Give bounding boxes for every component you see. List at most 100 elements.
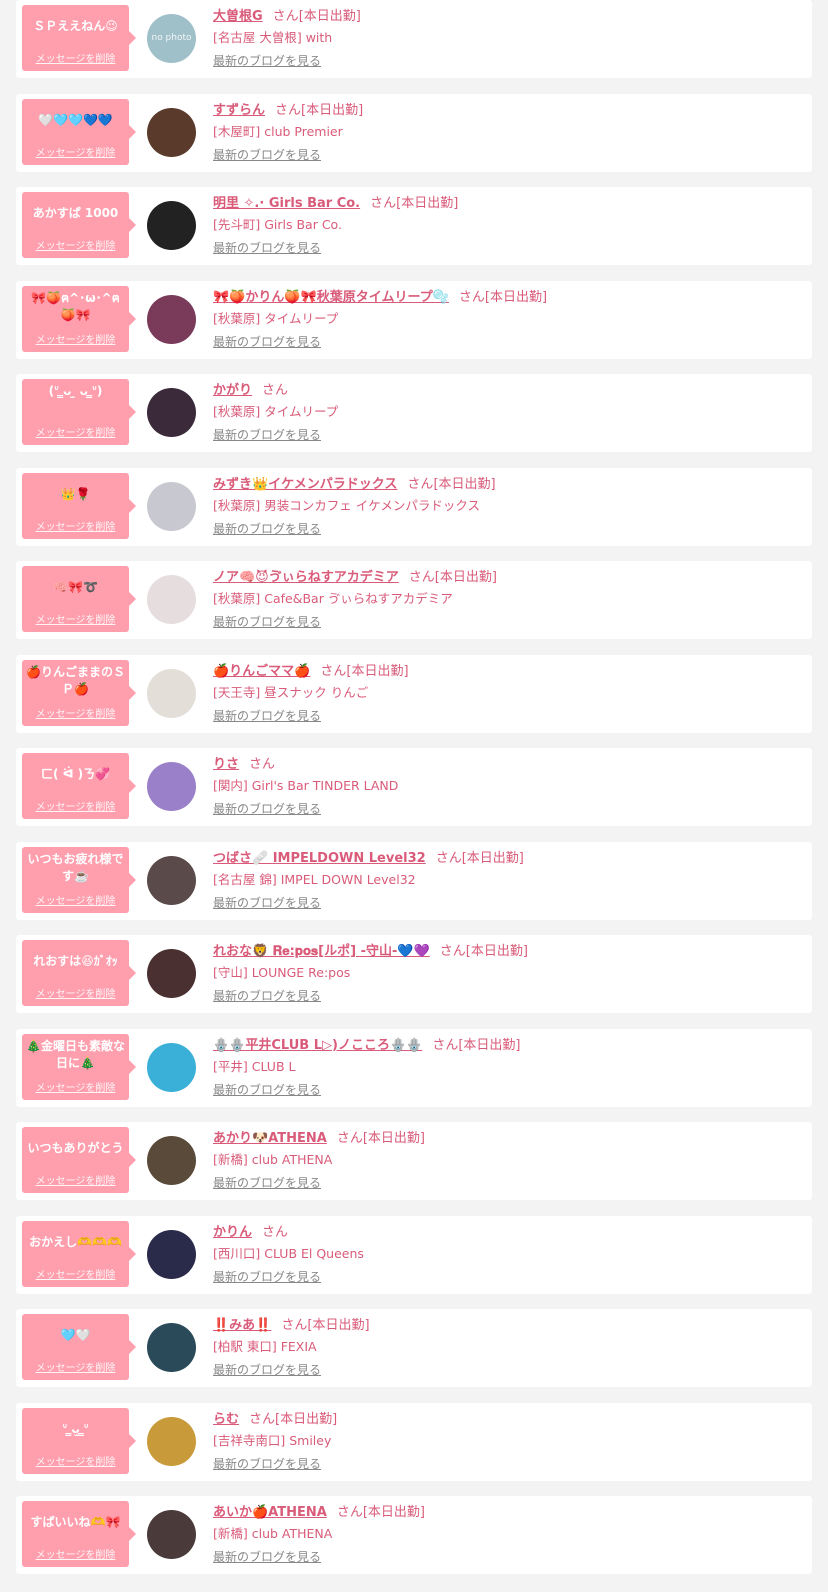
avatar[interactable]: no photo: [147, 14, 196, 63]
latest-blog-link[interactable]: 最新のブログを見る: [213, 239, 321, 256]
latest-blog-link[interactable]: 最新のブログを見る: [213, 1268, 321, 1285]
avatar[interactable]: [147, 949, 196, 998]
delete-message-link[interactable]: メッセージを削除: [22, 237, 129, 252]
cast-name-link[interactable]: つばさ🩹 IMPELDOWN Level32: [213, 851, 426, 866]
message-card: 🤍🩵🩵💙💙 メッセージを削除 すずらん さん[本日出勤] [木屋町] club P…: [16, 93, 812, 172]
avatar[interactable]: [147, 575, 196, 624]
message-bubble: いつもお疲れ様です☕️ メッセージを削除: [22, 846, 136, 913]
avatar-placeholder-text: no photo: [151, 33, 192, 43]
cast-info: りさ さん [関内] Girl's Bar TINDER LAND 最新のブログを…: [213, 754, 803, 824]
avatar[interactable]: [147, 1416, 196, 1466]
honorific: さん: [407, 476, 434, 492]
delete-message-link[interactable]: メッセージを削除: [22, 611, 129, 626]
delete-message-link[interactable]: メッセージを削除: [22, 331, 129, 346]
cast-info: らむ さん[本日出勤] [吉祥寺南口] Smiley 最新のブログを見る: [213, 1409, 803, 1479]
delete-message-link[interactable]: メッセージを削除: [22, 144, 129, 159]
avatar[interactable]: [147, 107, 196, 157]
cast-name-link[interactable]: かがり: [213, 383, 252, 398]
latest-blog-link[interactable]: 最新のブログを見る: [213, 707, 321, 724]
message-card: 👑🌹 メッセージを削除 みずき👑イケメンパラドックス さん[本日出勤] [秋葉原]…: [16, 467, 812, 546]
latest-blog-link[interactable]: 最新のブログを見る: [213, 987, 321, 1004]
delete-message-link[interactable]: メッセージを削除: [22, 424, 129, 439]
cast-name-link[interactable]: 🪬🪬平井CLUB L▷)ノこころ🪬🪬: [213, 1038, 422, 1053]
latest-blog-link[interactable]: 最新のブログを見る: [213, 1081, 321, 1098]
delete-message-link[interactable]: メッセージを削除: [22, 50, 129, 65]
honorific: さん: [262, 383, 289, 398]
honorific: さん: [435, 850, 462, 866]
delete-message-link[interactable]: メッセージを削除: [22, 1359, 129, 1374]
avatar[interactable]: [147, 388, 196, 437]
avatar[interactable]: [147, 1510, 196, 1559]
delete-message-link[interactable]: メッセージを削除: [22, 1079, 129, 1094]
message-card: おかえし🫶🫶🫶 メッセージを削除 かりん さん [西川口] CLUB El Que…: [16, 1215, 812, 1294]
cast-name-link[interactable]: あいか🍎ATHENA: [213, 1505, 327, 1520]
delete-message-link[interactable]: メッセージを削除: [22, 1266, 129, 1281]
delete-message-link[interactable]: メッセージを削除: [22, 705, 129, 720]
cast-name-link[interactable]: 🍎りんごママ🍎: [213, 664, 310, 679]
latest-blog-link[interactable]: 最新のブログを見る: [213, 333, 321, 350]
cast-info: つばさ🩹 IMPELDOWN Level32 さん[本日出勤] [名古屋 錦] I…: [213, 848, 803, 918]
cast-name-link[interactable]: みずき👑イケメンパラドックス: [213, 477, 397, 492]
cast-name-link[interactable]: ‼️みあ‼️: [213, 1318, 271, 1333]
latest-blog-link[interactable]: 最新のブログを見る: [213, 800, 321, 817]
delete-message-link[interactable]: メッセージを削除: [22, 518, 129, 533]
cast-name-link[interactable]: 明里 ✧.· Girls Bar Co.: [213, 196, 360, 211]
message-bubble: いつもありがとう🥰 メッセージを削除: [22, 1127, 136, 1193]
message-card: 🎄金曜日も素敵な日に🎄 メッセージを削除 🪬🪬平井CLUB L▷)ノこころ🪬🪬 さ…: [16, 1028, 812, 1107]
cast-name-link[interactable]: 🎀🍑かりん🍑🎀秋葉原タイムリープ🫧: [213, 290, 449, 305]
cast-name-link[interactable]: ノア🧠😈ゔぃらねすアカデミア: [213, 570, 399, 585]
delete-message-link[interactable]: メッセージを削除: [22, 1453, 129, 1468]
avatar[interactable]: [147, 1323, 196, 1372]
delete-message-link[interactable]: メッセージを削除: [22, 798, 129, 813]
latest-blog-link[interactable]: 最新のブログを見る: [213, 146, 321, 163]
shop-name: [柏駅 東口] FEXIA: [213, 1339, 317, 1354]
avatar[interactable]: [147, 201, 196, 250]
latest-blog-link[interactable]: 最新のブログを見る: [213, 894, 321, 911]
latest-blog-link[interactable]: 最新のブログを見る: [213, 426, 321, 443]
message-bubble: 🩵🤍 メッセージを削除: [22, 1314, 136, 1380]
latest-blog-link[interactable]: 最新のブログを見る: [213, 1548, 321, 1565]
cast-name-link[interactable]: らむ: [213, 1412, 239, 1427]
message-card: ᐡ ̳ᴗ̫ ̳ᐡ メッセージを削除 らむ さん[本日出勤] [吉祥寺南口] Smi…: [16, 1402, 812, 1481]
message-bubble: 🎄金曜日も素敵な日に🎄 メッセージを削除: [22, 1033, 136, 1100]
message-card: 🧠🎀➰ メッセージを削除 ノア🧠😈ゔぃらねすアカデミア さん[本日出勤] [秋葉原…: [16, 561, 812, 639]
cast-info: すずらん さん[本日出勤] [木屋町] club Premier 最新のブログを見…: [213, 100, 803, 170]
avatar[interactable]: [147, 668, 196, 718]
message-card: (ᐡ ̳ᴗ ̫ ᴗ ̳ᐡ) メッセージを削除 かがり さん [秋葉原] タイムリー…: [16, 374, 812, 452]
latest-blog-link[interactable]: 最新のブログを見る: [213, 1174, 321, 1191]
cast-name-link[interactable]: れおな🦁 𝐑𝐞:𝐩𝐨𝐬[ルポ] -守山-💙💜: [213, 944, 430, 959]
cast-name-link[interactable]: 大曽根G: [213, 9, 263, 24]
delete-message-link[interactable]: メッセージを削除: [22, 1172, 129, 1187]
avatar[interactable]: [147, 762, 196, 811]
latest-blog-link[interactable]: 最新のブログを見る: [213, 1361, 321, 1378]
avatar[interactable]: [147, 1229, 196, 1279]
cast-name-link[interactable]: りさ: [213, 757, 239, 772]
delete-message-link[interactable]: メッセージを削除: [22, 985, 129, 1000]
latest-blog-link[interactable]: 最新のブログを見る: [213, 520, 321, 537]
delete-message-link[interactable]: メッセージを削除: [22, 1546, 129, 1561]
shop-name: [秋葉原] 男装コンカフェ イケメンパラドックス: [213, 497, 480, 513]
honorific: さん: [458, 289, 485, 305]
latest-blog-link[interactable]: 最新のブログを見る: [213, 52, 321, 69]
avatar[interactable]: [147, 1042, 196, 1092]
cast-name-link[interactable]: あかり🐶ATHENA: [213, 1131, 327, 1146]
avatar[interactable]: [147, 1136, 196, 1185]
cast-name-link[interactable]: かりん: [213, 1225, 252, 1240]
shift-status: [本日出勤]: [362, 1505, 425, 1520]
latest-blog-link[interactable]: 最新のブログを見る: [213, 1455, 321, 1472]
avatar[interactable]: [147, 294, 196, 344]
message-text: 🎄金曜日も素敵な日に🎄: [26, 1038, 125, 1070]
shop-name: [吉祥寺南口] Smiley: [213, 1432, 332, 1448]
message-bubble: おかえし🫶🫶🫶 メッセージを削除: [22, 1220, 136, 1287]
latest-blog-link[interactable]: 最新のブログを見る: [213, 613, 321, 630]
avatar[interactable]: [147, 855, 196, 905]
honorific: さん: [262, 1224, 289, 1240]
avatar[interactable]: [147, 481, 196, 531]
message-bubble: 👑🌹 メッセージを削除: [22, 472, 136, 539]
shift-status: [本日出勤]: [465, 944, 528, 959]
cast-name-link[interactable]: すずらん: [213, 103, 265, 118]
delete-message-link[interactable]: メッセージを削除: [22, 892, 129, 907]
shop-name: [秋葉原] タイムリープ: [213, 404, 339, 419]
shop-name: [先斗町] Girls Bar Co.: [213, 217, 342, 232]
shift-status: [本日出勤]: [307, 1318, 370, 1333]
